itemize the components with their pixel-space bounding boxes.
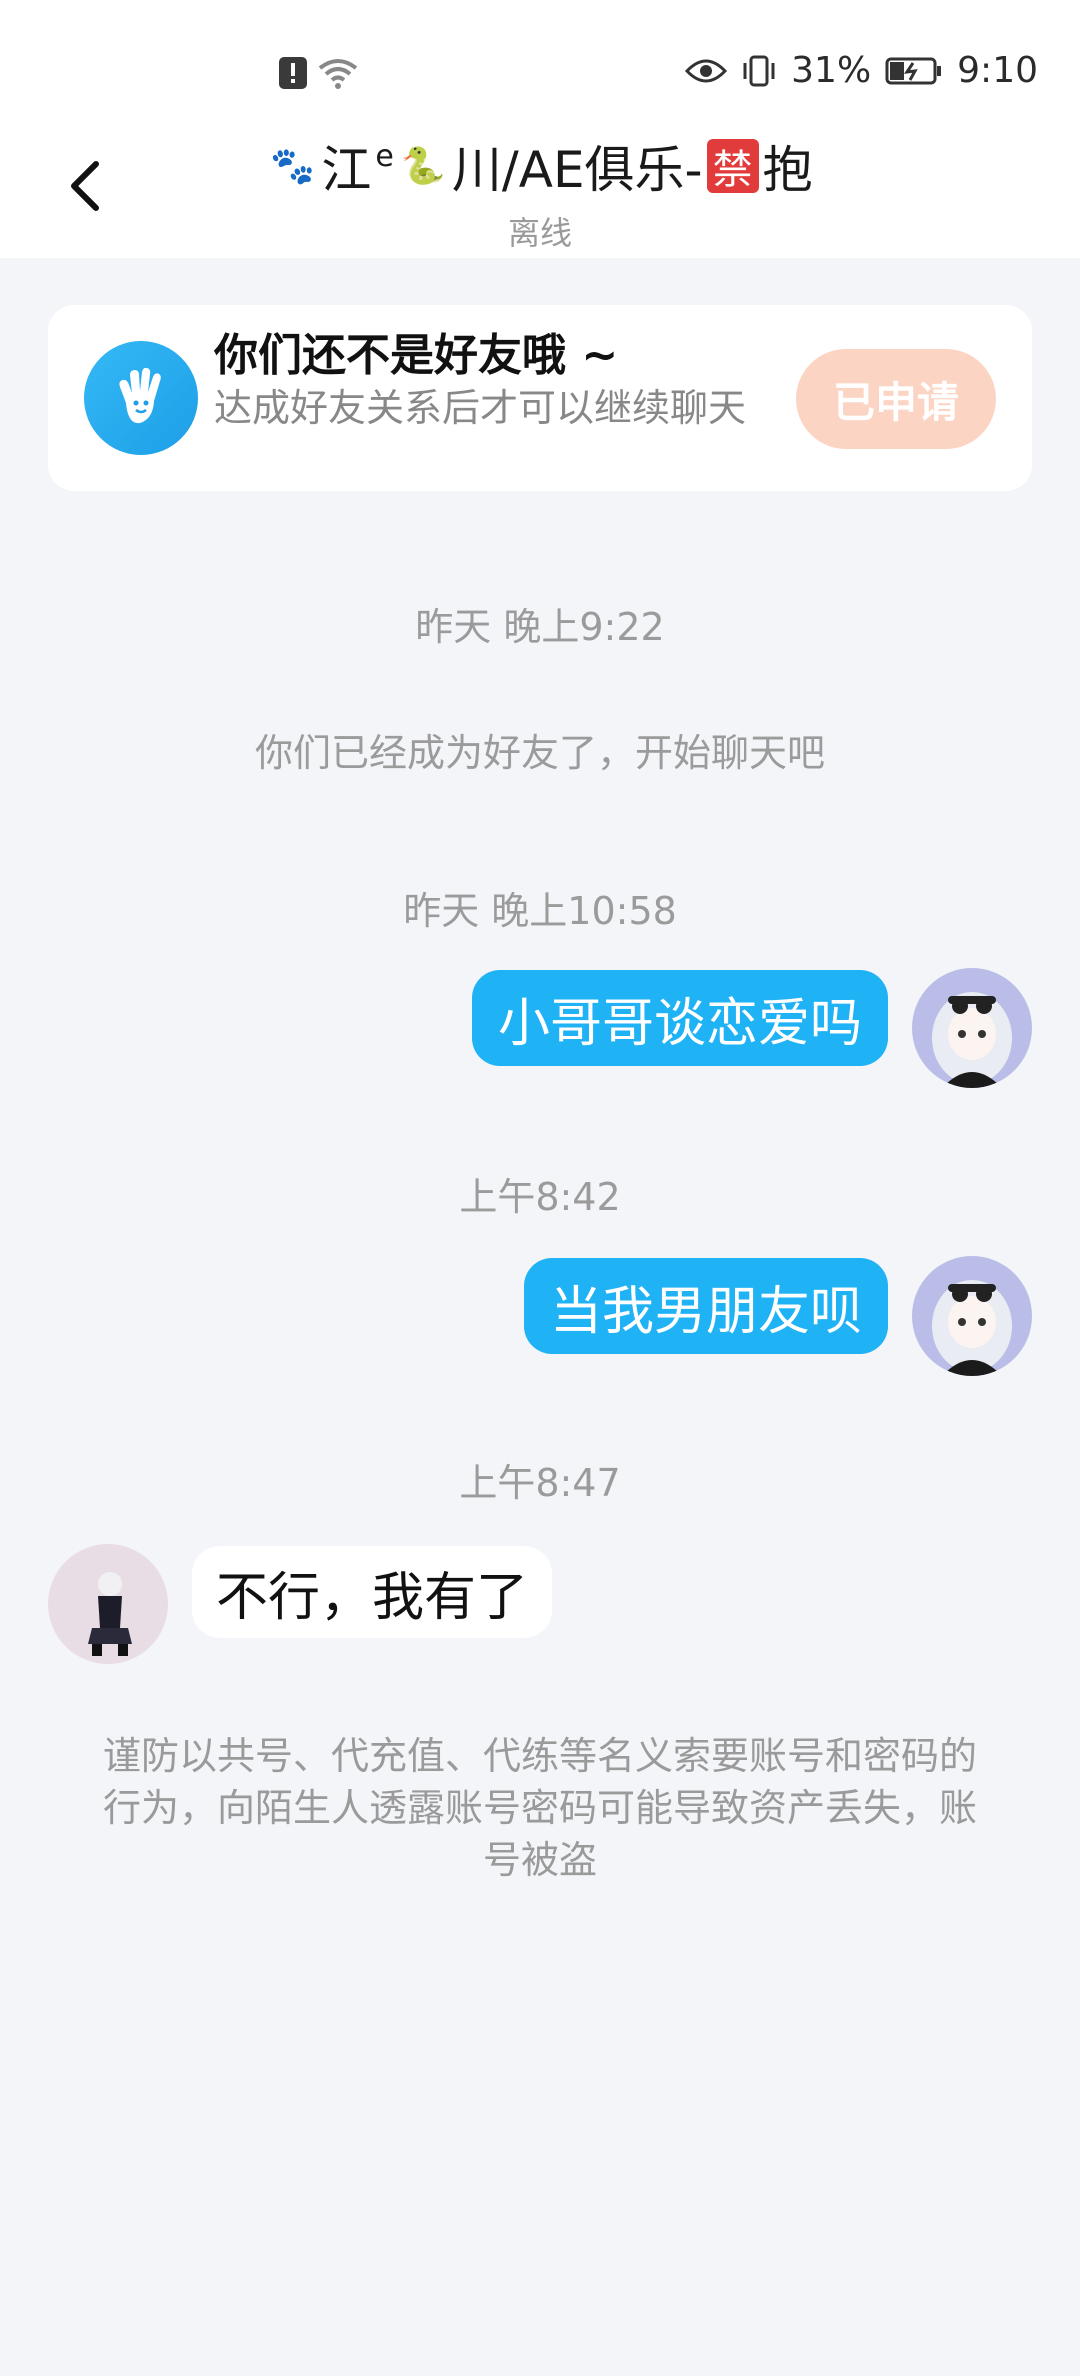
timestamp: 上午8:42 bbox=[459, 1175, 621, 1219]
message-bubble-incoming[interactable]: 不行，我有了 bbox=[192, 1546, 553, 1638]
notice-description: 达成好友关系后才可以继续聊天 bbox=[214, 386, 747, 430]
my-avatar[interactable] bbox=[912, 968, 1032, 1088]
friend-notice-card: 你们还不是好友哦 ~ 达成好友关系后才可以继续聊天 已申请 bbox=[48, 305, 1032, 491]
contact-name: 🐾 江 e 🐍 川/AE俱乐- 禁 抱 bbox=[267, 130, 813, 202]
clock: 9:10 bbox=[957, 50, 1038, 91]
timestamp: 昨天 晚上9:22 bbox=[415, 605, 665, 649]
chat-header: 🐾 江 e 🐍 川/AE俱乐- 禁 抱 离线 bbox=[0, 120, 1080, 258]
applied-button[interactable]: 已申请 bbox=[796, 349, 996, 449]
message-bubble-outgoing[interactable]: 小哥哥谈恋爱吗 bbox=[471, 970, 888, 1066]
title-text-3: 抱 bbox=[762, 141, 813, 199]
wifi-icon bbox=[318, 56, 358, 90]
notice-title: 你们还不是好友哦 ~ bbox=[214, 330, 619, 381]
battery-percent: 31% bbox=[791, 50, 872, 91]
online-status: 离线 bbox=[507, 214, 572, 252]
battery-icon bbox=[885, 56, 943, 86]
vibrate-icon bbox=[741, 54, 777, 88]
eye-icon bbox=[685, 57, 728, 85]
alert-icon bbox=[278, 56, 308, 90]
snake-icon: 🐍 bbox=[400, 146, 446, 187]
system-message: 你们已经成为好友了，开始聊天吧 bbox=[254, 731, 825, 775]
hand-icon bbox=[84, 341, 198, 455]
ban-badge: 禁 bbox=[706, 139, 759, 193]
title-text-1: 江 bbox=[321, 141, 372, 199]
title-sup: e bbox=[375, 138, 394, 174]
status-bar: 31% 9:10 bbox=[0, 0, 1080, 140]
paw-icon: 🐾 bbox=[270, 146, 315, 187]
message-bubble-outgoing[interactable]: 当我男朋友呗 bbox=[523, 1258, 888, 1354]
title-text-2: 川/AE俱乐- bbox=[451, 141, 703, 199]
contact-avatar[interactable] bbox=[48, 1544, 168, 1664]
my-avatar[interactable] bbox=[912, 1256, 1032, 1376]
timestamp: 昨天 晚上10:58 bbox=[403, 889, 677, 933]
security-warning: 谨防以共号、代充值、代练等名义索要账号和密码的行为，向陌生人透露账号密码可能导致… bbox=[102, 1734, 977, 1882]
timestamp: 上午8:47 bbox=[459, 1461, 621, 1505]
